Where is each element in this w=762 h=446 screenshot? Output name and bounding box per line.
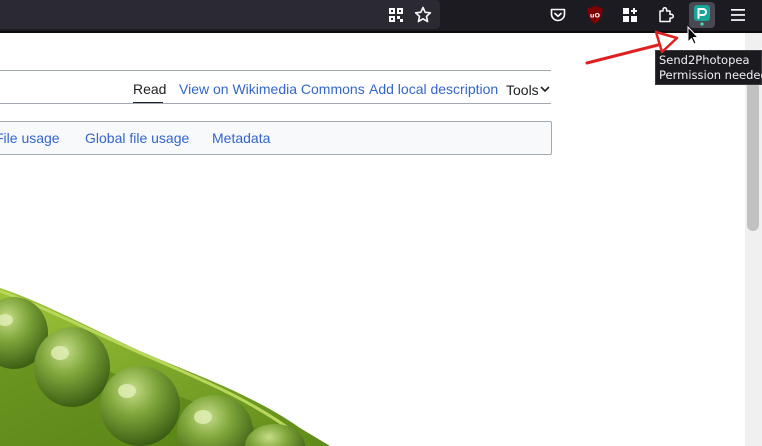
mouse-cursor-icon (687, 25, 700, 45)
annotation-overlay (585, 25, 700, 65)
red-arrow-annotation (585, 30, 679, 65)
